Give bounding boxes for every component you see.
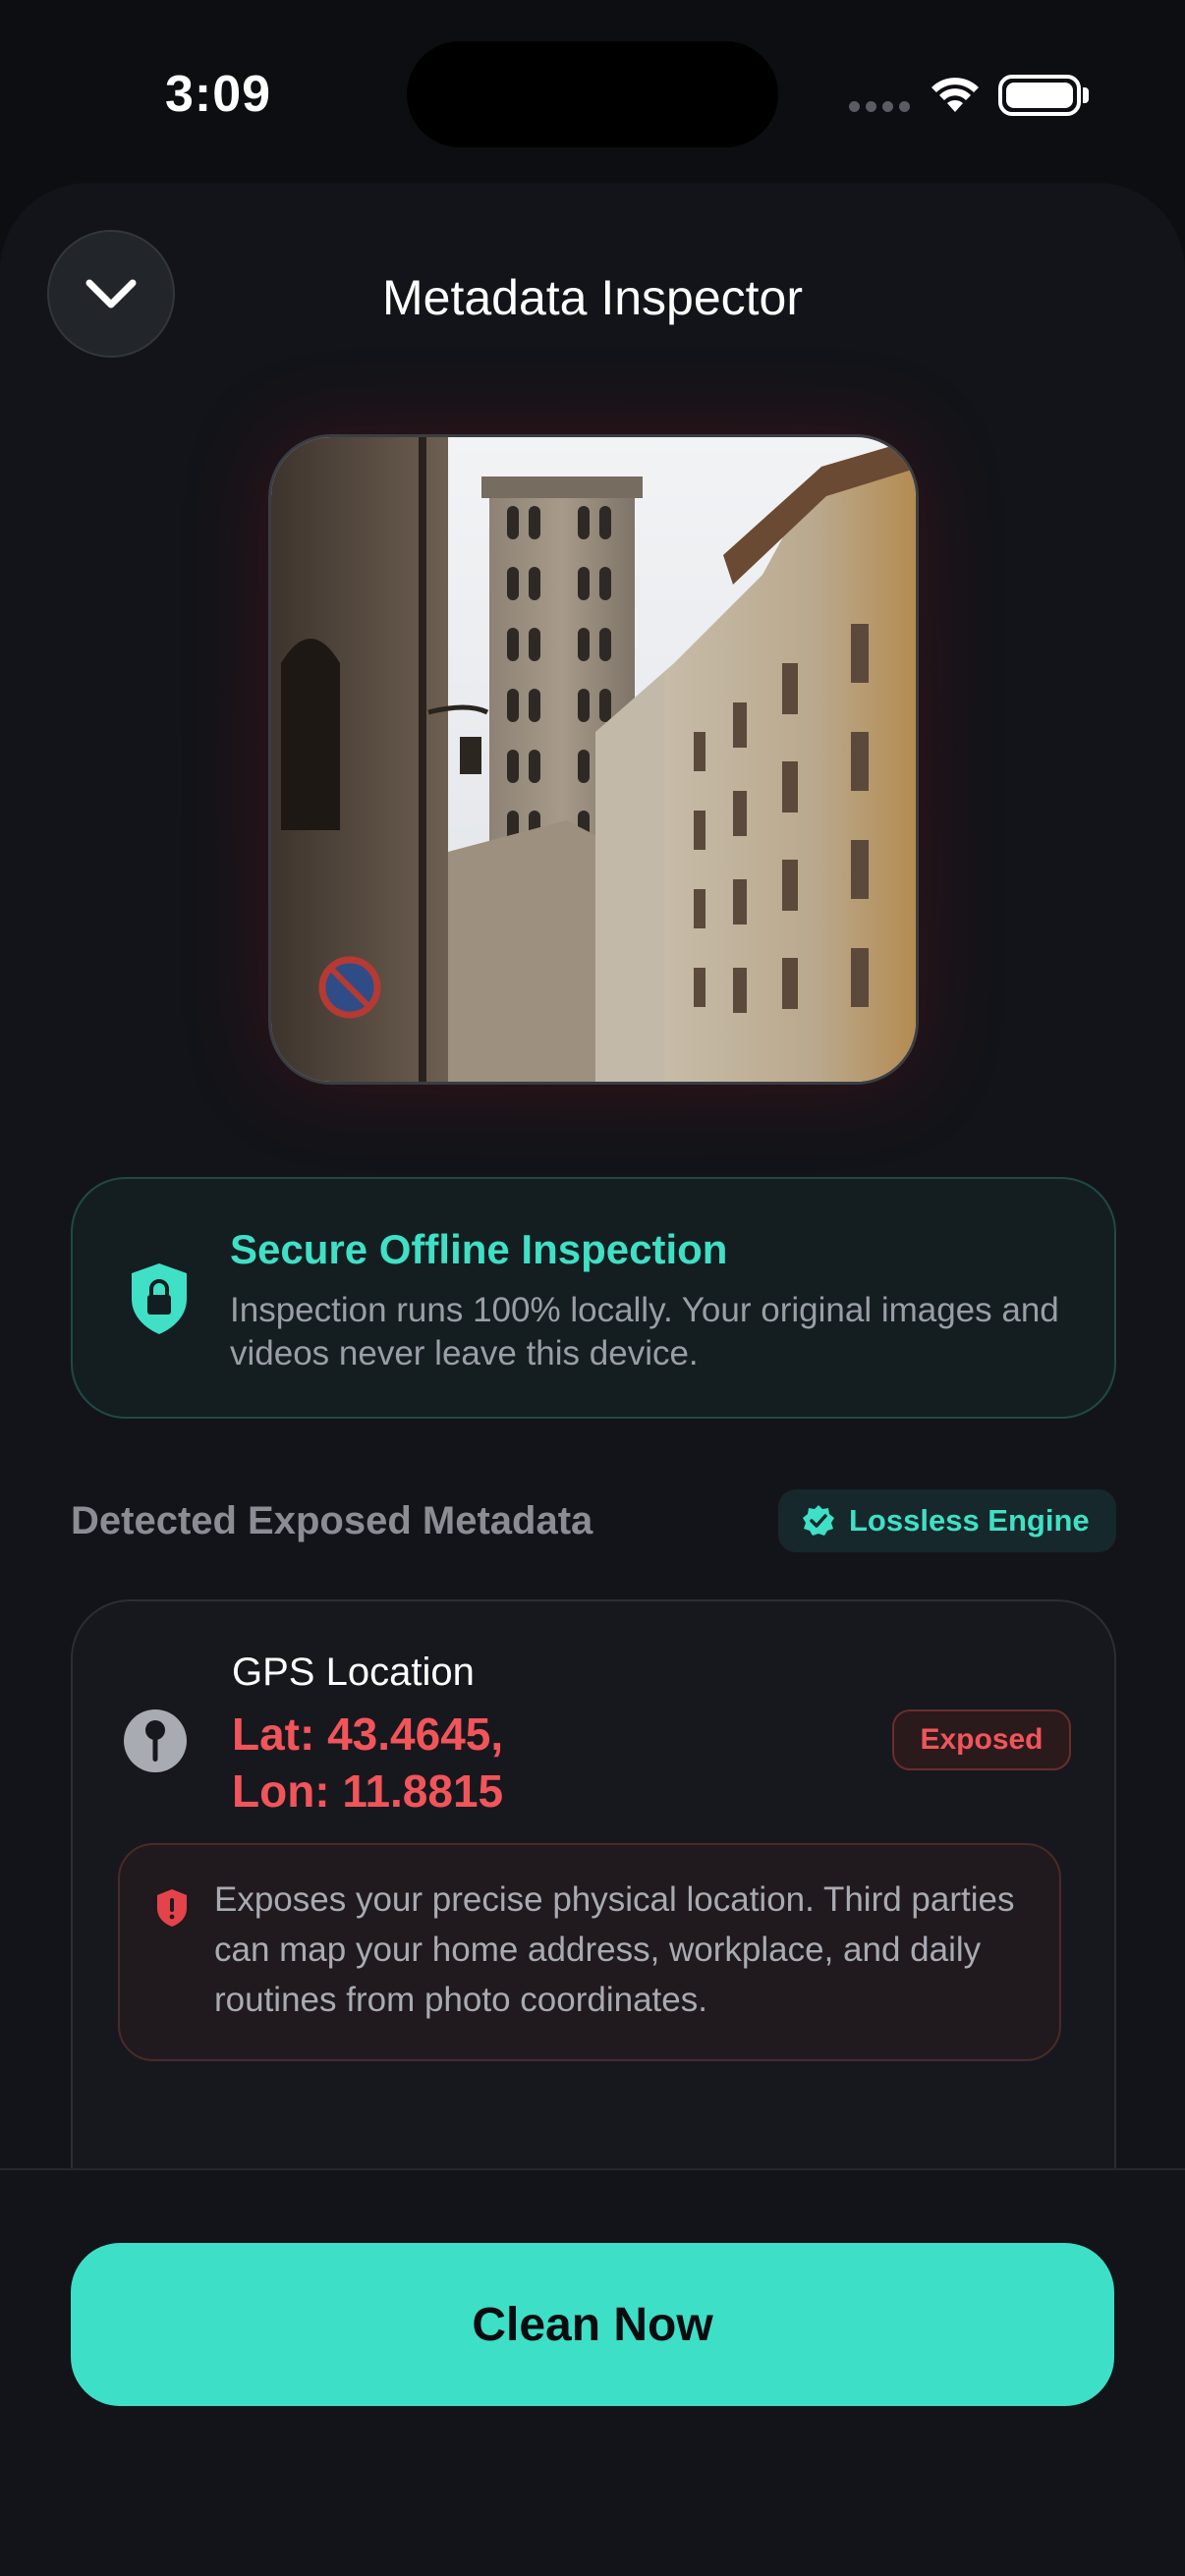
badge-label: Lossless Engine [849,1503,1090,1538]
battery-icon [998,75,1081,116]
pin-icon [124,1709,187,1772]
warning-text: Exposes your precise physical location. … [214,1880,1015,2019]
secure-offline-card: Secure Offline Inspection Inspection run… [71,1177,1116,1419]
latitude-value: Lat: 43.4645, [232,1708,504,1760]
street-photo-image [271,437,916,1082]
screen: 3:09 Metadata Inspector Secure Offline I… [0,0,1185,2576]
alert-shield-icon [157,1889,187,1927]
warning-box: Exposes your precise physical location. … [118,1843,1061,2061]
wifi-icon [931,78,979,112]
longitude-value: Lon: 11.8815 [232,1765,504,1817]
status-bar: 3:09 [0,0,1185,187]
dynamic-island [407,41,778,147]
secure-card-title: Secure Offline Inspection [230,1226,728,1272]
metadata-value: Lat: 43.4645, Lon: 11.8815 [232,1706,625,1820]
battery-tip [1083,87,1089,103]
clean-now-button[interactable]: Clean Now [71,2243,1114,2406]
page-title: Metadata Inspector [381,270,804,325]
cellular-signal-icon [849,101,910,112]
lossless-engine-badge: Lossless Engine [778,1489,1116,1552]
status-badge: Exposed [892,1709,1071,1770]
status-time: 3:09 [165,66,272,123]
photo-preview [268,434,919,1085]
lock-shield-icon [132,1263,187,1334]
section-title: Detected Exposed Metadata [71,1499,593,1542]
metadata-label: GPS Location [232,1651,475,1694]
secure-card-body: Inspection runs 100% locally. Your origi… [230,1291,1059,1372]
verified-badge-icon [803,1505,834,1536]
bottom-action-bar: Clean Now [0,2168,1185,2576]
